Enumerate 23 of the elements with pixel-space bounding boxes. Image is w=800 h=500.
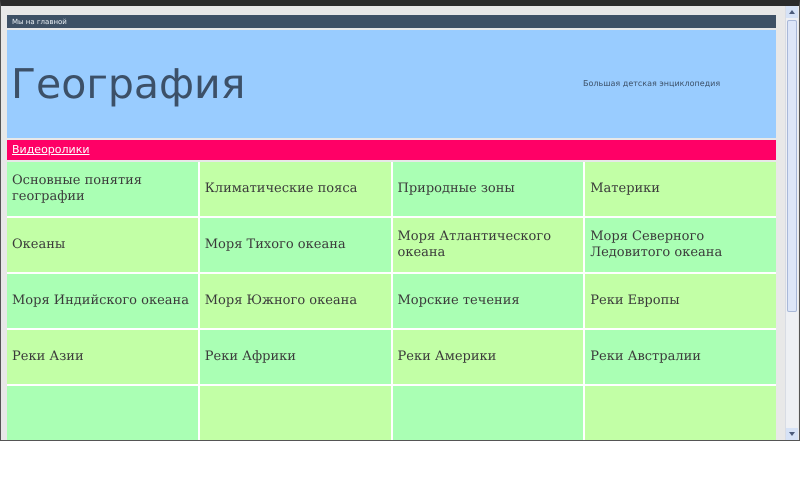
topic-cell[interactable]: Реки Австралии — [585, 330, 776, 384]
topic-cell[interactable]: Реки Азии — [7, 330, 198, 384]
topic-cell[interactable]: Морские течения — [392, 274, 584, 328]
scroll-up-icon[interactable] — [786, 6, 798, 18]
scrollbar[interactable] — [785, 6, 798, 440]
topic-cell[interactable]: Моря Тихого океана — [200, 218, 390, 272]
topic-cell[interactable]: Климатические пояса — [200, 162, 390, 216]
topic-cell[interactable]: Реки Америки — [392, 330, 584, 384]
scroll-down-icon[interactable] — [786, 428, 798, 440]
topic-cell[interactable]: Моря Северного Ледовитого океана — [585, 218, 776, 272]
videos-link[interactable]: Видеоролики — [12, 143, 90, 156]
site-title: География — [11, 60, 246, 108]
topic-cell[interactable]: Реки Европы — [585, 274, 776, 328]
topic-cell[interactable]: Моря Индийского океана — [7, 274, 198, 328]
topic-cell[interactable]: Основные понятия географии — [7, 162, 198, 216]
scroll-thumb[interactable] — [787, 20, 797, 312]
topic-cell[interactable]: Моря Атлантического океана — [392, 218, 584, 272]
topic-cell[interactable]: Природные зоны — [392, 162, 584, 216]
topic-cell[interactable]: Моря Южного океана — [200, 274, 390, 328]
topic-cell[interactable]: Океаны — [7, 218, 198, 272]
site-subtitle: Большая детская энциклопедия — [583, 79, 720, 88]
topic-cell[interactable]: Материки — [585, 162, 776, 216]
topic-cell[interactable]: Реки Африки — [200, 330, 390, 384]
